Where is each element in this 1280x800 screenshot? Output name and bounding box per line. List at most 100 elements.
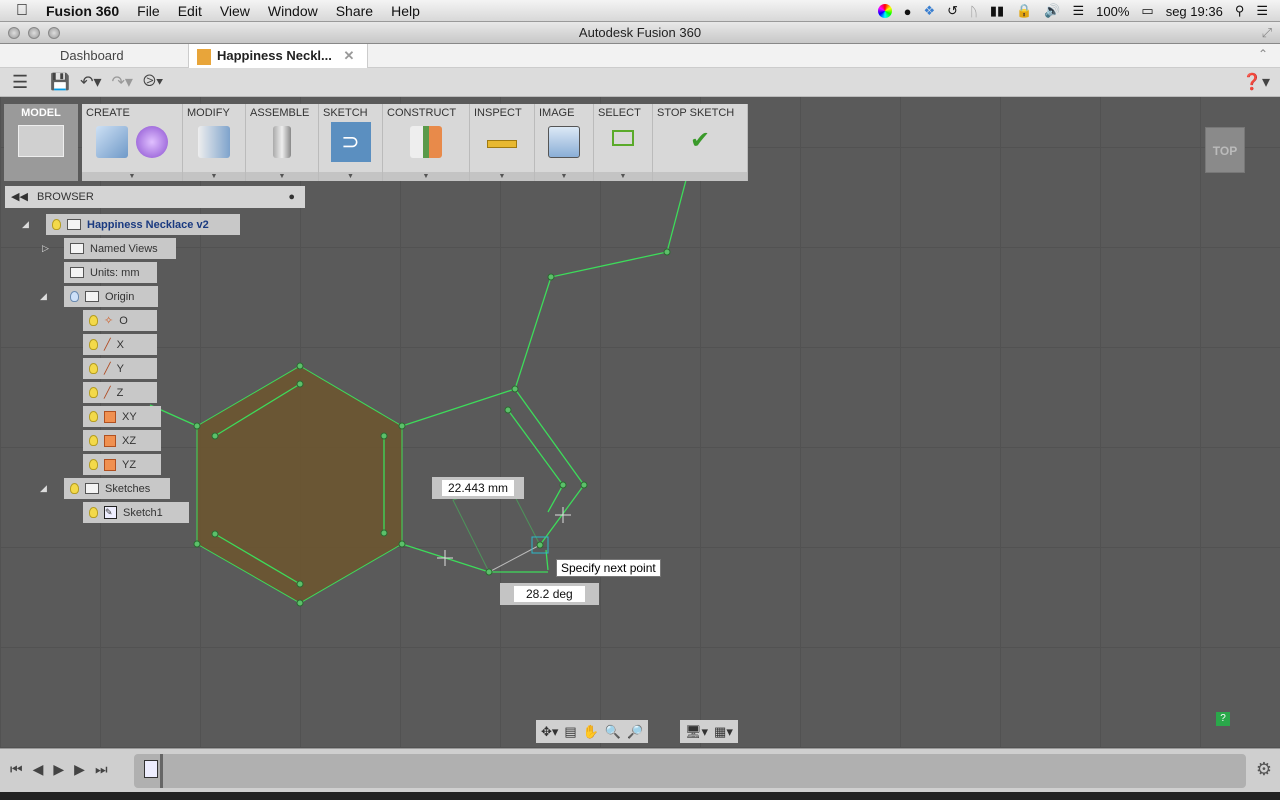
panel-modify[interactable]: MODIFY ▼ [183,104,246,181]
tree-xz-plane[interactable]: XZ [83,430,161,451]
go-to-start-icon[interactable]: ⏮ [10,761,23,778]
desktop-strip [0,792,1280,800]
panel-label: ASSEMBLE [250,107,310,119]
timeline-marker[interactable] [160,754,163,788]
panel-label: STOP SKETCH [657,107,735,119]
navigation-toolbar: ✥▾ ▤ ✋ 🔍 🔎 [536,720,649,743]
tree-label: Named Views [90,242,158,255]
visibility-bulb-icon[interactable] [70,483,79,494]
panel-label: CREATE [86,107,130,119]
tree-label: O [119,314,128,327]
box-icon[interactable] [96,126,128,158]
sketch-icon: ✎ [104,506,117,519]
visibility-bulb-icon[interactable] [89,387,98,398]
timeline-track[interactable] [134,754,1246,788]
play-icon[interactable]: ▶ [53,761,64,778]
hexagon-profile[interactable] [196,365,403,604]
measure-icon[interactable] [487,140,517,148]
component-icon [67,219,81,230]
plane-icon [104,410,116,423]
tree-xy-plane[interactable]: XY [83,406,161,427]
viewcube[interactable]: TOP [1205,127,1245,173]
visibility-bulb-icon[interactable] [70,291,79,302]
browser-options-icon[interactable]: ● [288,186,295,208]
panel-select[interactable]: SELECT ▼ [594,104,653,181]
panel-inspect[interactable]: INSPECT ▼ [470,104,535,181]
plane-icon[interactable] [410,126,442,158]
length-input[interactable]: 22.443 mm [432,477,525,499]
tooltip: Specify next point [556,559,661,577]
press-pull-icon[interactable] [198,126,230,158]
workspace-switcher[interactable]: MODEL [4,104,78,181]
collapse-arrow-icon[interactable]: ◢ [40,483,47,494]
tree-x-axis[interactable]: ╱ X [83,334,157,355]
panel-image[interactable]: IMAGE ▼ [535,104,594,181]
fit-icon[interactable]: 🔎 [627,724,643,740]
panel-create[interactable]: CREATE ▼ [82,104,183,181]
expand-arrow-icon[interactable]: ▷ [42,243,49,254]
tree-origin[interactable]: Origin [64,286,158,307]
tree-label: Origin [105,290,135,303]
angle-value[interactable]: 28.2 deg [514,586,585,602]
visibility-bulb-icon[interactable] [52,219,61,230]
visibility-bulb-icon[interactable] [89,459,98,470]
visibility-bulb-icon[interactable] [89,315,98,326]
visibility-bulb-icon[interactable] [89,339,98,350]
folder-icon [85,483,99,494]
collapse-arrow-icon[interactable]: ◢ [40,291,47,302]
orbit-icon[interactable]: ✥▾ [541,724,558,740]
tree-label: Z [116,386,124,399]
tree-units[interactable]: Units: mm [64,262,157,283]
tree-named-views[interactable]: Named Views [64,238,176,259]
tree-sketch1[interactable]: ✎ Sketch1 [83,502,189,523]
tree-y-axis[interactable]: ╱ Y [83,358,157,379]
axis-icon: ╱ [104,387,111,399]
display-settings-icon[interactable]: 🖥▾ [685,724,708,740]
tree-label: Happiness Necklace v2 [87,218,209,231]
visibility-bulb-icon[interactable] [89,507,98,518]
folder-icon [70,243,84,254]
tree-label: YZ [122,458,137,471]
timeline-settings-gear-icon[interactable]: ⚙ [1256,759,1272,780]
grid-icon[interactable]: ▦▾ [714,724,733,740]
tree-z-axis[interactable]: ╱ Z [83,382,157,403]
sphere-icon[interactable] [136,126,168,158]
sketch-arc-icon[interactable]: ⊃ [330,122,371,162]
tree-origin-point[interactable]: ✧ O [83,310,157,331]
tree-root[interactable]: Happiness Necklace v2 [46,214,240,235]
go-to-end-icon[interactable]: ⏭ [95,761,108,778]
select-icon[interactable] [612,130,634,146]
pan-hand-icon[interactable]: ✋ [583,724,599,740]
browser-title: BROWSER [36,191,94,203]
crosshair-icon [437,507,571,566]
tree-yz-plane[interactable]: YZ [83,454,161,475]
angle-input[interactable]: 28.2 deg [500,583,599,605]
panel-sketch[interactable]: SKETCH ⊃ ▼ [319,104,383,181]
joint-icon[interactable] [273,126,291,158]
panel-assemble[interactable]: ASSEMBLE ▼ [246,104,319,181]
axis-icon: ╱ [104,339,111,351]
collapse-arrow-icon[interactable]: ◢ [22,219,29,230]
tree-sketches[interactable]: Sketches [64,478,170,499]
length-value[interactable]: 22.443 mm [442,480,515,496]
feedback-icon[interactable]: ? [1216,712,1230,726]
panel-label: SELECT [598,107,641,119]
step-back-icon[interactable]: ◀ [33,761,44,778]
panel-label: SKETCH [323,107,368,119]
zoom-icon[interactable]: 🔍 [605,724,621,740]
visibility-bulb-icon[interactable] [89,411,98,422]
folder-icon [85,291,99,302]
look-at-icon[interactable]: ▤ [564,724,576,740]
collapse-browser-icon[interactable]: ◀◀ [11,191,28,203]
stop-sketch-check-icon[interactable]: ✔ [690,126,710,164]
visibility-bulb-icon[interactable] [89,363,98,374]
panel-stop-sketch[interactable]: STOP SKETCH ✔ [653,104,748,181]
panel-construct[interactable]: CONSTRUCT ▼ [383,104,470,181]
sketch-feature-icon[interactable] [144,760,158,778]
panel-label: IMAGE [539,107,575,119]
visibility-bulb-icon[interactable] [89,435,98,446]
browser-header[interactable]: ◀◀ BROWSER ● [5,186,305,208]
render-icon[interactable] [548,126,580,158]
tree-label: Sketch1 [123,506,163,519]
step-forward-icon[interactable]: ▶ [74,761,85,778]
